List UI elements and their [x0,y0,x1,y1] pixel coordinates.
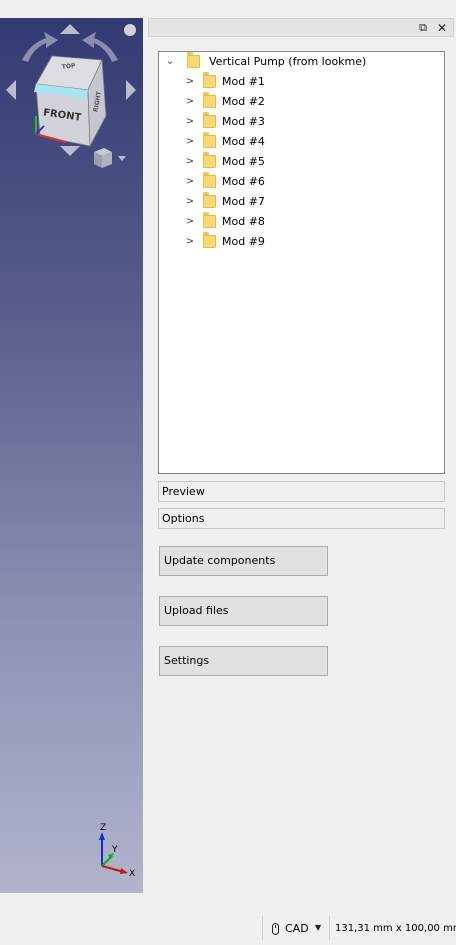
view-menu-icon[interactable] [94,148,126,168]
upload-files-button[interactable]: Upload files [159,596,328,626]
panel-title-bar: ⧉ ✕ [148,18,454,37]
chevron-right-icon[interactable]: > [183,72,197,92]
pan-down-arrow-icon[interactable] [60,146,80,156]
tree-item[interactable]: > Mod #2 [183,92,265,112]
tree-item[interactable]: > Mod #1 [183,72,265,92]
tree-item-label: Mod #2 [222,95,265,108]
close-icon[interactable]: ✕ [434,20,450,36]
folder-icon [203,232,216,248]
chevron-right-icon[interactable]: > [183,132,197,152]
rotate-right-arrow-icon[interactable] [82,32,118,62]
tree-item[interactable]: > Mod #3 [183,112,265,132]
folder-icon [203,192,216,208]
settings-button[interactable]: Settings [159,646,328,676]
preview-section-header[interactable]: Preview [158,481,445,502]
tree-item-label: Mod #3 [222,115,265,128]
folder-icon [203,152,216,168]
component-tree[interactable]: ⌄ Vertical Pump (from lookme) > Mod #1 > M… [158,51,445,474]
folder-icon [203,132,216,148]
navcube-menu-icon[interactable] [124,24,136,36]
tree-item-label: Mod #6 [222,175,265,188]
folder-icon [203,212,216,228]
pan-right-arrow-icon[interactable] [126,80,136,100]
folder-icon [203,92,216,108]
pan-up-arrow-icon[interactable] [60,24,80,34]
options-section-header[interactable]: Options [158,508,445,529]
tree-item[interactable]: > Mod #5 [183,152,265,172]
float-window-icon[interactable]: ⧉ [415,20,431,36]
tree-item-label: Mod #1 [222,75,265,88]
tree-item-label: Mod #7 [222,195,265,208]
status-bar: CAD ▼ 131,31 mm x 100,00 mm [0,912,456,945]
cube-face-top: TOP [62,62,77,70]
status-separator [329,916,330,940]
tree-item[interactable]: > Mod #4 [183,132,265,152]
tree-item[interactable]: > Mod #9 [183,232,265,252]
folder-icon [203,72,216,88]
axis-triad: Z Y X [99,823,135,878]
axis-z-label: Z [100,823,106,833]
axis-x-label: X [129,869,135,878]
chevron-right-icon[interactable]: > [183,232,197,252]
folder-icon [203,112,216,128]
tree-item-label: Mod #9 [222,235,265,248]
chevron-right-icon[interactable]: > [183,192,197,212]
chevron-right-icon[interactable]: > [183,152,197,172]
tree-item-label: Mod #5 [222,155,265,168]
tree-root-item[interactable]: ⌄ Vertical Pump (from lookme) [163,52,366,72]
chevron-down-icon[interactable]: ⌄ [163,52,177,72]
tree-item[interactable]: > Mod #6 [183,172,265,192]
chevron-right-icon[interactable]: > [183,92,197,112]
folder-icon [203,172,216,188]
dropdown-caret-icon[interactable]: ▼ [315,923,321,932]
cube-icon[interactable]: FRONT TOP RIGHT [34,55,107,148]
tree-item-label: Mod #8 [222,215,265,228]
chevron-right-icon[interactable]: > [183,172,197,192]
folder-icon [186,52,200,68]
status-separator [262,916,263,940]
tree-item-label: Mod #4 [222,135,265,148]
tree-item[interactable]: > Mod #7 [183,192,265,212]
3d-viewport[interactable]: FRONT TOP RIGHT Z Y X [0,18,143,893]
axis-y-label: Y [111,845,118,855]
chevron-right-icon[interactable]: > [183,212,197,232]
update-components-button[interactable]: Update components [159,546,328,576]
dimension-readout: 131,31 mm x 100,00 mm [335,923,456,934]
tree-item[interactable]: > Mod #8 [183,212,265,232]
pan-left-arrow-icon[interactable] [6,80,16,100]
dock-panel: ⧉ ✕ ⌄ Vertical Pump (from lookme) > Mod #… [146,18,456,893]
navigation-cube[interactable]: FRONT TOP RIGHT [0,18,143,168]
tree-root-label: Vertical Pump (from lookme) [209,55,367,68]
mouse-icon [272,923,279,935]
navigation-style-selector[interactable]: CAD [285,922,309,936]
chevron-right-icon[interactable]: > [183,112,197,132]
